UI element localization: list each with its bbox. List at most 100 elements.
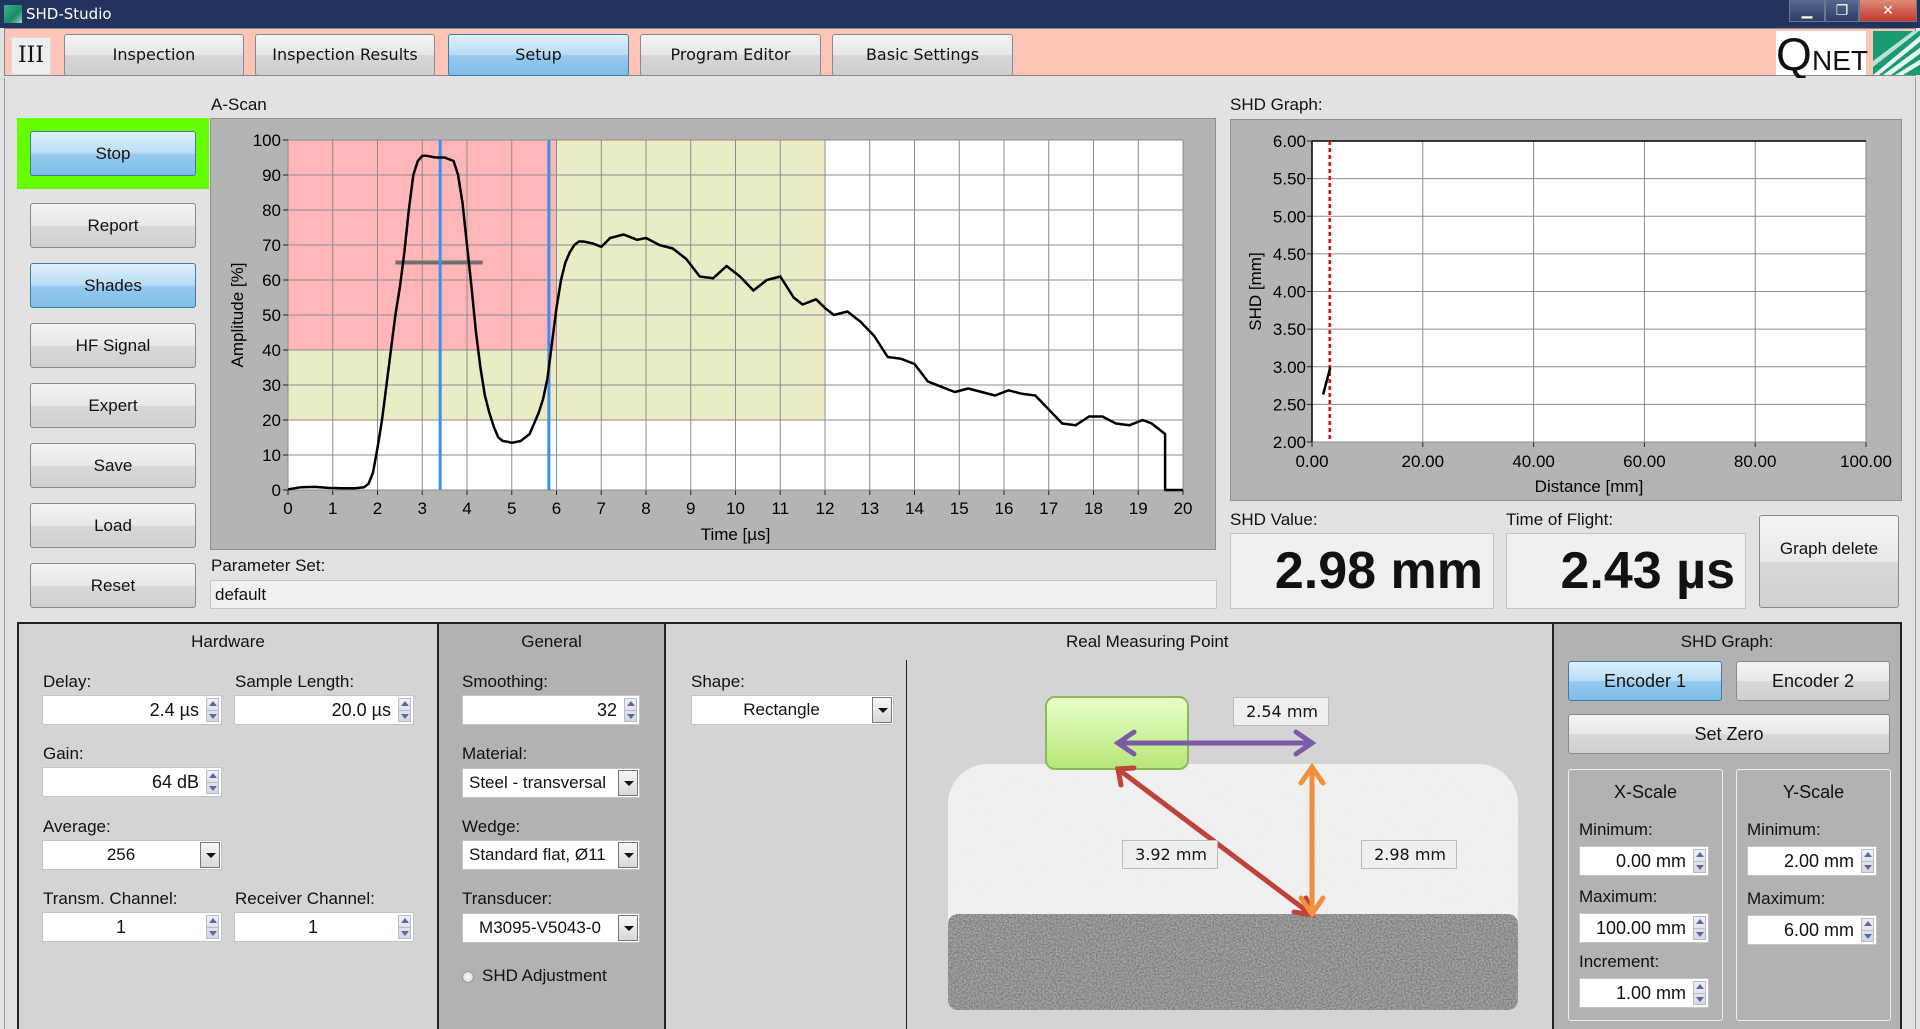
transm-channel-value: 1 (115, 917, 126, 937)
wedge-label: Wedge: (462, 817, 521, 836)
app-icon (4, 5, 22, 23)
x-tick-label: 14 (905, 499, 924, 518)
x-increment-value: 1.00 mm (1615, 983, 1686, 1003)
graph-delete-button[interactable]: Graph delete (1759, 515, 1899, 608)
horizontal-distance-value: 2.54 mm (1233, 697, 1329, 726)
workpiece-hardened-layer (948, 914, 1518, 1010)
spinner-arrows-icon[interactable] (1693, 849, 1706, 873)
x-min-label: Minimum: (1579, 820, 1653, 839)
tab-inspection[interactable]: Inspection (64, 34, 244, 76)
y-tick-label: 0 (272, 481, 281, 500)
chevron-down-icon[interactable] (618, 915, 638, 941)
spinner-arrows-icon[interactable] (624, 698, 637, 722)
tab-program-editor[interactable]: Program Editor (640, 34, 821, 76)
save-button[interactable]: Save (30, 443, 196, 488)
spinner-arrows-icon[interactable] (206, 698, 219, 722)
report-button[interactable]: Report (30, 203, 196, 248)
navigation-bar: III Inspection Inspection Results Setup … (4, 28, 1920, 80)
wedge-dropdown[interactable]: Standard flat, Ø11 (462, 840, 640, 870)
transducer-dropdown[interactable]: M3095-V5043-0 (462, 913, 640, 943)
tof-value-display: 2.43 µs (1506, 533, 1746, 609)
chevron-down-icon[interactable] (618, 770, 638, 796)
y-tick-label: 10 (262, 446, 281, 465)
x-tick-label: 2 (373, 499, 382, 518)
spinner-arrows-icon[interactable] (398, 698, 411, 722)
receiver-channel-spinner[interactable]: 1 (234, 912, 414, 942)
window-title: SHD-Studio (26, 5, 112, 23)
spinner-arrows-icon[interactable] (1693, 916, 1706, 940)
shd-value-display: 2.98 mm (1230, 533, 1494, 609)
smoothing-spinner[interactable]: 32 (462, 695, 640, 725)
qnet-logo: Q NET (1776, 28, 1868, 80)
y-axis-label: SHD [mm] (1246, 252, 1265, 330)
x-tick-label: 80.00 (1734, 452, 1777, 471)
shd-plot[interactable]: 0.00 20.00 40.00 60.00 80.00 100.00 2.00 2.50 3.… (1231, 120, 1903, 502)
delay-label: Delay: (43, 672, 92, 691)
spinner-arrows-icon[interactable] (1693, 981, 1706, 1005)
expert-button[interactable]: Expert (30, 383, 196, 428)
transm-channel-label: Transm. Channel: (43, 889, 178, 908)
shades-button[interactable]: Shades (30, 263, 196, 308)
x-axis-label: Time [µs] (701, 525, 771, 544)
spinner-arrows-icon[interactable] (206, 915, 219, 939)
y-min-spinner[interactable]: 2.00 mm (1747, 846, 1877, 876)
stop-button[interactable]: Stop (30, 131, 196, 176)
reset-button[interactable]: Reset (30, 563, 196, 608)
y-tick-label: 90 (262, 166, 281, 185)
shd-value-label: SHD Value: (1230, 510, 1318, 529)
x-tick-label: 20.00 (1402, 452, 1445, 471)
tab-setup[interactable]: Setup (448, 34, 629, 76)
sample-length-spinner[interactable]: 20.0 µs (234, 695, 414, 725)
smoothing-label: Smoothing: (462, 672, 548, 691)
minimize-button[interactable]: ▁ (1789, 0, 1825, 22)
chevron-down-icon[interactable] (872, 697, 892, 723)
x-tick-label: 11 (771, 499, 789, 518)
spinner-arrows-icon[interactable] (206, 770, 219, 794)
restore-icon: ❐ (1835, 2, 1849, 18)
delay-spinner[interactable]: 2.4 µs (42, 695, 222, 725)
tab-inspection-results[interactable]: Inspection Results (255, 34, 435, 76)
set-zero-button[interactable]: Set Zero (1568, 714, 1890, 754)
tab-basic-settings[interactable]: Basic Settings (832, 34, 1013, 76)
shd-adjustment-label[interactable]: SHD Adjustment (482, 966, 607, 986)
load-button[interactable]: Load (30, 503, 196, 548)
shd-adjustment-radio[interactable] (462, 971, 474, 983)
x-increment-spinner[interactable]: 1.00 mm (1579, 978, 1709, 1008)
hf-signal-button[interactable]: HF Signal (30, 323, 196, 368)
x-tick-label: 15 (950, 499, 969, 518)
restore-button[interactable]: ❐ (1825, 0, 1859, 22)
measuring-point-panel: Real Measuring Point Shape: Rectangle 2.… (664, 622, 1554, 1029)
diagonal-distance-value: 3.92 mm (1122, 840, 1218, 869)
close-button[interactable]: ✕ (1859, 0, 1917, 22)
x-tick-label: 3 (418, 499, 427, 518)
menu-button[interactable]: III (11, 37, 51, 75)
x-tick-label: 7 (597, 499, 606, 518)
average-dropdown[interactable]: 256 (42, 840, 222, 870)
material-value: Steel - transversal (469, 773, 606, 792)
encoder-2-button[interactable]: Encoder 2 (1736, 661, 1890, 701)
x-max-spinner[interactable]: 100.00 mm (1579, 913, 1709, 943)
x-tick-label: 18 (1084, 499, 1103, 518)
gain-spinner[interactable]: 64 dB (42, 767, 222, 797)
spinner-arrows-icon[interactable] (398, 915, 411, 939)
encoder-1-button[interactable]: Encoder 1 (1568, 661, 1722, 701)
logo-net: NET (1812, 45, 1868, 76)
spinner-arrows-icon[interactable] (1861, 849, 1874, 873)
probe-shape (1045, 696, 1189, 770)
ascan-plot[interactable]: 0 1 2 3 4 5 6 7 8 9 10 11 12 13 14 15 16 17 18 19 2001020304… (211, 119, 1217, 551)
shd-settings-title: SHD Graph: (1680, 632, 1774, 651)
chevron-down-icon[interactable] (200, 842, 220, 868)
title-bar: SHD-Studio ▁ ❐ ✕ (0, 0, 1920, 28)
y-max-spinner[interactable]: 6.00 mm (1747, 915, 1877, 945)
transm-channel-spinner[interactable]: 1 (42, 912, 222, 942)
vertical-distance-value: 2.98 mm (1361, 840, 1457, 869)
chevron-down-icon[interactable] (618, 842, 638, 868)
material-dropdown[interactable]: Steel - transversal (462, 768, 640, 798)
spinner-arrows-icon[interactable] (1861, 918, 1874, 942)
x-min-spinner[interactable]: 0.00 mm (1579, 846, 1709, 876)
tof-label: Time of Flight: (1506, 510, 1614, 529)
y-tick-label: 4.50 (1273, 245, 1306, 264)
y-tick-label: 2.00 (1273, 433, 1306, 452)
shape-dropdown[interactable]: Rectangle (691, 695, 894, 725)
parameter-set-field[interactable]: default (210, 580, 1217, 609)
